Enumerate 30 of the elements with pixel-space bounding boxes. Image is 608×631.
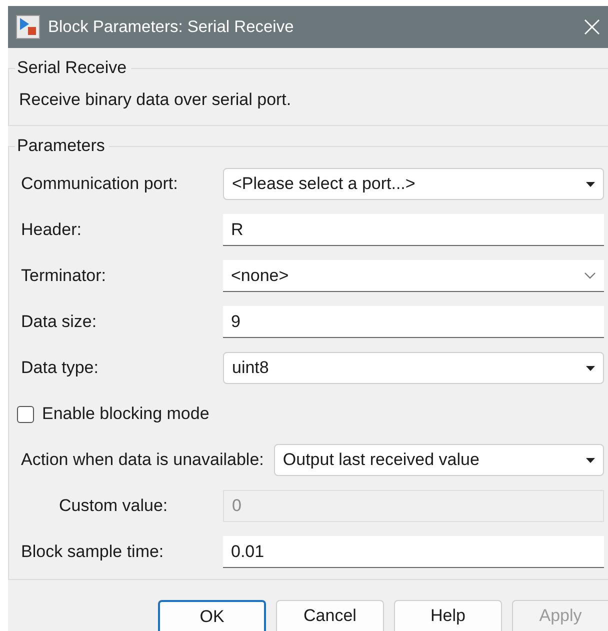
input-field[interactable]: R	[223, 214, 604, 246]
field-label: Action when data is unavailable:	[20, 449, 264, 472]
app-icon	[16, 15, 40, 39]
close-icon[interactable]	[584, 19, 600, 35]
combo-box[interactable]: <none>	[223, 260, 604, 292]
input-field[interactable]: 9	[223, 306, 604, 338]
field-label: Block sample time:	[20, 541, 165, 564]
dropdown[interactable]: <Please select a port...>	[223, 168, 604, 200]
dialog-button[interactable]: Help	[394, 600, 502, 631]
input-field: 0	[223, 490, 604, 522]
field-label: Data type:	[20, 357, 100, 380]
field-label: Terminator:	[20, 265, 108, 288]
field-label: Communication port:	[20, 173, 179, 196]
chevron-down-icon	[584, 272, 596, 279]
field-label: Data size:	[20, 311, 98, 334]
description-text: Receive binary data over serial port.	[18, 89, 292, 111]
dialog-button: Apply	[512, 600, 608, 631]
field-label: Custom value:	[58, 495, 169, 518]
dropdown-arrow-icon	[586, 182, 595, 186]
dialog-button[interactable]: Cancel	[276, 600, 384, 631]
dropdown[interactable]: Output last received value	[274, 444, 604, 476]
input-field[interactable]: 0.01	[223, 536, 604, 568]
checkbox[interactable]	[17, 406, 34, 422]
dialog-button[interactable]: OK	[158, 600, 266, 631]
dropdown-arrow-icon	[586, 458, 595, 462]
window-title: Block Parameters: Serial Receive	[48, 16, 295, 38]
field-label: Header:	[20, 219, 82, 242]
dropdown-arrow-icon	[586, 366, 595, 370]
dropdown[interactable]: uint8	[223, 352, 604, 384]
checkbox-label: Enable blocking mode	[42, 403, 210, 426]
